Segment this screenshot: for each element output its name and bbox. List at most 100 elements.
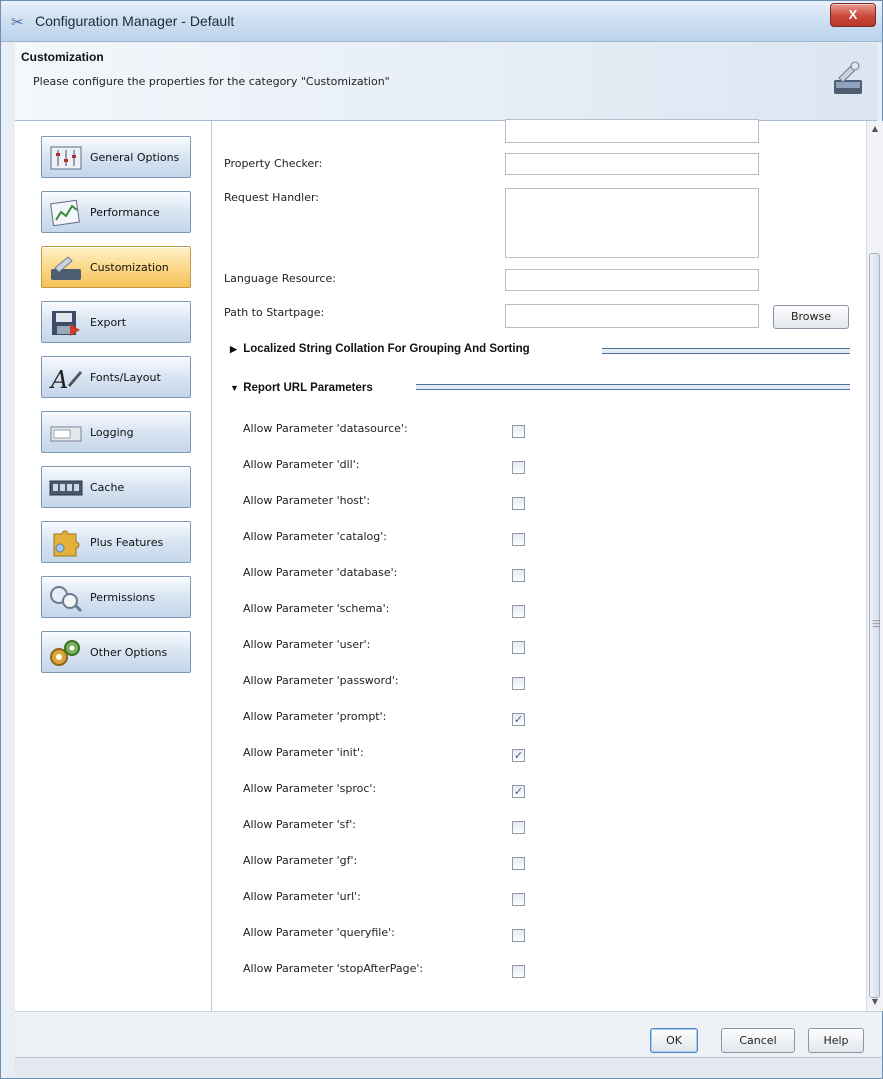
previous-property-field[interactable] [505,119,759,143]
sidebar-item-customization[interactable]: Customization [41,246,191,288]
language-resource-label: Language Resource: [224,272,336,285]
export-icon [52,311,80,336]
sidebar-item-label: Export [90,316,127,329]
url-parameter-checkbox[interactable]: ✓ [512,713,525,726]
category-header: Customization Please configure the prope… [15,43,877,121]
url-parameter-label: Allow Parameter 'database': [243,566,398,579]
sidebar-item-other-options[interactable]: Other Options [41,631,191,673]
sidebar-item-permissions[interactable]: Permissions [41,576,191,618]
url-parameter-label: Allow Parameter 'user': [243,638,371,651]
collation-section-title: Localized String Collation For Grouping … [243,343,530,355]
language-resource-field[interactable] [505,269,759,291]
sidebar-item-label: Plus Features [90,536,164,549]
url-parameter-checkbox[interactable] [512,497,525,510]
font-icon: A [49,366,82,393]
sliders-icon [50,146,82,170]
category-title: Customization [21,50,104,64]
category-sidebar: General Options Performance Customizatio… [15,121,212,1011]
url-parameter-checkbox[interactable] [512,821,525,834]
close-button[interactable]: X [830,3,876,27]
scroll-up-arrow-icon[interactable]: ▲ [870,124,880,134]
property-checker-label: Property Checker: [224,157,323,170]
puzzle-icon [53,530,80,557]
url-parameter-checkbox[interactable] [512,965,525,978]
request-handler-field[interactable] [505,188,759,258]
vertical-scrollbar[interactable]: ▲ — — — ▼ [866,121,883,1011]
sidebar-item-label: General Options [90,151,180,164]
url-parameter-checkbox[interactable] [512,569,525,582]
url-parameter-checkbox[interactable] [512,533,525,546]
key-icon [50,586,83,613]
url-parameter-checkbox[interactable] [512,929,525,942]
title-bar: ✂ Configuration Manager - Default X [1,1,882,42]
sidebar-item-label: Fonts/Layout [90,371,161,384]
grip-icon: — — — [872,616,880,631]
sidebar-item-label: Cache [90,481,125,494]
category-subtitle: Please configure the properties for the … [33,75,390,88]
url-parameter-label: Allow Parameter 'schema': [243,602,390,615]
url-parameter-label: Allow Parameter 'catalog': [243,530,387,543]
url-parameter-checkbox[interactable] [512,605,525,618]
url-parameter-label: Allow Parameter 'sf': [243,818,356,831]
url-params-section-header[interactable]: ▼ Report URL Parameters [230,382,373,394]
log-icon [50,426,82,442]
url-parameter-label: Allow Parameter 'datasource': [243,422,408,435]
collapse-arrow-icon: ▼ [230,383,239,393]
sidebar-item-plus-features[interactable]: Plus Features [41,521,191,563]
status-bar [15,1057,882,1078]
url-parameter-checkbox[interactable] [512,641,525,654]
url-parameter-checkbox[interactable]: ✓ [512,785,525,798]
sidebar-item-label: Customization [90,261,169,274]
wrench-icon [51,256,81,280]
url-parameter-label: Allow Parameter 'stopAfterPage': [243,962,424,975]
url-parameter-label: Allow Parameter 'host': [243,494,371,507]
sidebar-item-logging[interactable]: Logging [41,411,191,453]
sidebar-item-export[interactable]: Export [41,301,191,343]
cancel-button[interactable]: Cancel [721,1028,795,1053]
property-checker-field[interactable] [505,153,759,175]
url-parameter-label: Allow Parameter 'password': [243,674,399,687]
path-to-startpage-label: Path to Startpage: [224,306,325,319]
url-parameter-label: Allow Parameter 'dll': [243,458,360,471]
collation-section-header[interactable]: ▶ Localized String Collation For Groupin… [230,343,530,355]
memory-icon [49,480,83,496]
sidebar-item-label: Logging [90,426,134,439]
url-parameter-label: Allow Parameter 'init': [243,746,364,759]
sidebar-item-cache[interactable]: Cache [41,466,191,508]
properties-panel: Property Checker: Request Handler: Langu… [212,119,866,1011]
section-separator [416,384,850,390]
url-parameter-label: Allow Parameter 'queryfile': [243,926,395,939]
gear-icon [50,640,80,666]
url-parameter-checkbox[interactable] [512,677,525,690]
sidebar-item-general-options[interactable]: General Options [41,136,191,178]
url-parameter-label: Allow Parameter 'gf': [243,854,358,867]
url-parameter-label: Allow Parameter 'prompt': [243,710,387,723]
url-params-section-title: Report URL Parameters [243,382,373,394]
url-parameter-checkbox[interactable] [512,425,525,438]
ok-button[interactable]: OK [650,1028,698,1053]
path-to-startpage-field[interactable] [505,304,759,328]
browse-button[interactable]: Browse [773,305,849,329]
help-button[interactable]: Help [808,1028,864,1053]
customization-icon [834,61,862,94]
url-parameter-checkbox[interactable] [512,857,525,870]
expand-arrow-icon: ▶ [230,344,237,354]
sidebar-item-label: Performance [90,206,160,219]
request-handler-label: Request Handler: [224,191,320,204]
url-parameter-checkbox[interactable] [512,893,525,906]
scroll-down-arrow-icon[interactable]: ▼ [870,997,880,1007]
window-title: Configuration Manager - Default [35,13,235,29]
config-manager-window: ✂ Configuration Manager - Default X Cust… [0,0,883,1079]
sidebar-item-label: Other Options [90,646,168,659]
sidebar-item-performance[interactable]: Performance [41,191,191,233]
sidebar-item-label: Permissions [90,591,156,604]
url-parameter-label: Allow Parameter 'url': [243,890,361,903]
dialog-footer: OK Cancel Help [15,1011,882,1056]
url-parameter-checkbox[interactable] [512,461,525,474]
url-parameter-checkbox[interactable]: ✓ [512,749,525,762]
chart-icon [50,199,80,227]
tools-icon: ✂ [11,13,24,31]
scrollbar-thumb[interactable]: — — — [869,253,880,998]
sidebar-item-fonts-layout[interactable]: A Fonts/Layout [41,356,191,398]
section-separator [602,348,850,354]
